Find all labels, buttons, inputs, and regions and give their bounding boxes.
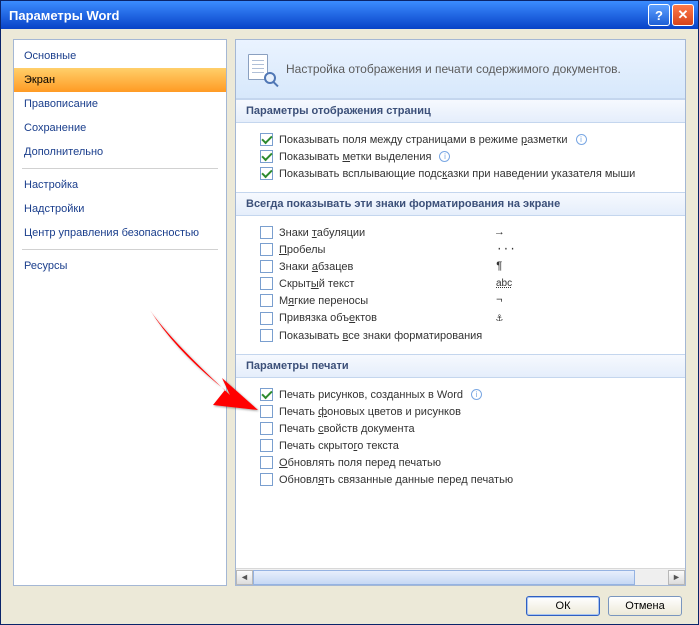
option-label[interactable]: Обновлять связанные данные перед печатью [279,474,513,486]
titlebar: Параметры Word ? ✕ [1,1,698,29]
format-symbol: → [496,227,503,239]
option-row: Печать свойств документа [260,420,671,437]
format-symbol: ··· [496,244,516,256]
option-label[interactable]: Печать рисунков, созданных в Word [279,389,463,401]
checkbox[interactable] [260,388,273,401]
option-row: Скрытый текст abc [260,275,671,292]
option-row: Показывать метки выделения i [260,148,671,165]
info-icon: i [471,389,482,400]
sidebar-item[interactable]: Настройка [14,173,226,197]
option-label[interactable]: Печать фоновых цветов и рисунков [279,406,461,418]
checkbox[interactable] [260,473,273,486]
checkbox[interactable] [260,329,273,342]
checkbox[interactable] [260,133,273,146]
option-label[interactable]: Показывать все знаки форматирования [279,330,482,342]
sidebar-item[interactable]: Правописание [14,92,226,116]
option-row: Пробелы ··· [260,241,671,258]
format-symbol: ¬ [496,295,503,307]
checkbox[interactable] [260,260,273,273]
option-label[interactable]: Привязка объектов [279,312,377,324]
checkbox[interactable] [260,456,273,469]
option-label[interactable]: Знаки табуляции [279,227,365,239]
category-sidebar: ОсновныеЭкранПравописаниеСохранениеДопол… [13,39,227,586]
option-row: Обновлять связанные данные перед печатью [260,471,671,488]
option-label[interactable]: Печать скрытого текста [279,440,399,452]
horizontal-scrollbar[interactable]: ◄ ► [236,568,685,585]
checkbox[interactable] [260,294,273,307]
option-label[interactable]: Мягкие переносы [279,295,368,307]
format-symbol: abc [496,278,512,289]
checkbox[interactable] [260,243,273,256]
checkbox[interactable] [260,439,273,452]
sidebar-item[interactable]: Основные [14,44,226,68]
checkbox[interactable] [260,277,273,290]
section-print-title: Параметры печати [236,354,685,378]
info-icon: i [439,151,450,162]
checkbox[interactable] [260,150,273,163]
format-symbol: ⚓ [496,311,503,325]
sidebar-item[interactable]: Центр управления безопасностью [14,221,226,245]
page-header: Настройка отображения и печати содержимо… [236,40,685,99]
option-row: Обновлять поля перед печатью [260,454,671,471]
option-label[interactable]: Печать свойств документа [279,423,415,435]
option-row: Показывать всплывающие подсказки при нав… [260,165,671,182]
close-button[interactable]: ✕ [672,4,694,26]
option-row: Мягкие переносы ¬ [260,292,671,309]
sidebar-item[interactable]: Надстройки [14,197,226,221]
checkbox[interactable] [260,226,273,239]
option-label[interactable]: Показывать метки выделения [279,151,431,163]
option-label[interactable]: Пробелы [279,244,325,256]
window-title: Параметры Word [9,8,648,23]
info-icon: i [576,134,587,145]
page-preview-icon [248,54,276,84]
content-panel: Настройка отображения и печати содержимо… [235,39,686,586]
option-row: Печать фоновых цветов и рисунков [260,403,671,420]
checkbox[interactable] [260,405,273,418]
option-row: Печать рисунков, созданных в Word i [260,386,671,403]
checkbox[interactable] [260,312,273,325]
scroll-thumb[interactable] [253,570,635,585]
option-label[interactable]: Скрытый текст [279,278,354,290]
option-label[interactable]: Обновлять поля перед печатью [279,457,441,469]
section-display-title: Параметры отображения страниц [236,99,685,123]
checkbox[interactable] [260,422,273,435]
sidebar-item[interactable]: Экран [14,68,226,92]
header-text: Настройка отображения и печати содержимо… [286,62,621,76]
sidebar-item[interactable]: Сохранение [14,116,226,140]
section-marks-title: Всегда показывать эти знаки форматирован… [236,192,685,216]
format-symbol: ¶ [496,261,503,273]
option-label[interactable]: Знаки абзацев [279,261,353,273]
scroll-right-arrow[interactable]: ► [668,570,685,585]
option-row: Знаки табуляции → [260,224,671,241]
option-row: Показывать все знаки форматирования [260,327,671,344]
option-row: Печать скрытого текста [260,437,671,454]
option-label[interactable]: Показывать поля между страницами в режим… [279,134,568,146]
sidebar-item[interactable]: Ресурсы [14,254,226,278]
option-row: Привязка объектов ⚓ [260,309,671,327]
option-row: Знаки абзацев ¶ [260,258,671,275]
option-label[interactable]: Показывать всплывающие подсказки при нав… [279,168,635,180]
cancel-button[interactable]: Отмена [608,596,682,616]
word-options-dialog: Параметры Word ? ✕ ОсновныеЭкранПравопис… [0,0,699,625]
option-row: Показывать поля между страницами в режим… [260,131,671,148]
ok-button[interactable]: ОК [526,596,600,616]
checkbox[interactable] [260,167,273,180]
help-button[interactable]: ? [648,4,670,26]
sidebar-item[interactable]: Дополнительно [14,140,226,164]
scroll-left-arrow[interactable]: ◄ [236,570,253,585]
